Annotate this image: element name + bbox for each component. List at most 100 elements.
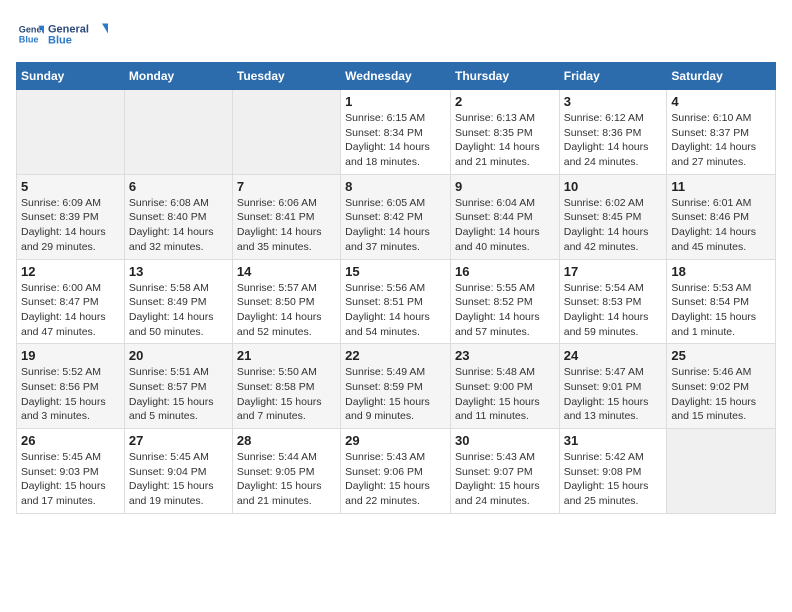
day-info: Sunrise: 5:43 AM Sunset: 9:06 PM Dayligh… <box>345 450 446 509</box>
day-number: 29 <box>345 433 446 448</box>
day-number: 9 <box>455 179 555 194</box>
day-cell <box>232 90 340 175</box>
day-cell: 6 Sunrise: 6:08 AM Sunset: 8:40 PM Daylig… <box>124 174 232 259</box>
day-number: 30 <box>455 433 555 448</box>
day-cell <box>124 90 232 175</box>
day-info: Sunrise: 5:54 AM Sunset: 8:53 PM Dayligh… <box>564 281 663 340</box>
day-number: 2 <box>455 94 555 109</box>
day-info: Sunrise: 5:43 AM Sunset: 9:07 PM Dayligh… <box>455 450 555 509</box>
day-cell: 12 Sunrise: 6:00 AM Sunset: 8:47 PM Dayli… <box>17 259 125 344</box>
day-info: Sunrise: 6:10 AM Sunset: 8:37 PM Dayligh… <box>671 111 771 170</box>
day-number: 19 <box>21 348 120 363</box>
day-cell <box>667 429 776 514</box>
logo-svg: General Blue <box>48 16 108 52</box>
column-header-tuesday: Tuesday <box>232 63 340 90</box>
day-cell: 9Sunrise: 6:04 AM Sunset: 8:44 PM Daylig… <box>450 174 559 259</box>
day-number: 1 <box>345 94 446 109</box>
day-cell: 8 Sunrise: 6:05 AM Sunset: 8:42 PM Daylig… <box>341 174 451 259</box>
column-header-thursday: Thursday <box>450 63 559 90</box>
day-cell: 4 Sunrise: 6:10 AM Sunset: 8:37 PM Daylig… <box>667 90 776 175</box>
day-cell: 11Sunrise: 6:01 AM Sunset: 8:46 PM Dayli… <box>667 174 776 259</box>
day-info: Sunrise: 5:46 AM Sunset: 9:02 PM Dayligh… <box>671 365 771 424</box>
day-number: 17 <box>564 264 663 279</box>
calendar-table: SundayMondayTuesdayWednesdayThursdayFrid… <box>16 62 776 514</box>
day-cell: 7 Sunrise: 6:06 AM Sunset: 8:41 PM Daylig… <box>232 174 340 259</box>
day-info: Sunrise: 5:51 AM Sunset: 8:57 PM Dayligh… <box>129 365 228 424</box>
day-cell: 27 Sunrise: 5:45 AM Sunset: 9:04 PM Dayli… <box>124 429 232 514</box>
day-number: 18 <box>671 264 771 279</box>
day-number: 22 <box>345 348 446 363</box>
day-cell: 10Sunrise: 6:02 AM Sunset: 8:45 PM Dayli… <box>559 174 667 259</box>
day-number: 4 <box>671 94 771 109</box>
day-cell: 20 Sunrise: 5:51 AM Sunset: 8:57 PM Dayli… <box>124 344 232 429</box>
day-number: 8 <box>345 179 446 194</box>
day-cell: 13 Sunrise: 5:58 AM Sunset: 8:49 PM Dayli… <box>124 259 232 344</box>
day-number: 6 <box>129 179 228 194</box>
day-info: Sunrise: 5:45 AM Sunset: 9:04 PM Dayligh… <box>129 450 228 509</box>
column-header-friday: Friday <box>559 63 667 90</box>
week-row-2: 5Sunrise: 6:09 AM Sunset: 8:39 PM Daylig… <box>17 174 776 259</box>
day-cell: 5Sunrise: 6:09 AM Sunset: 8:39 PM Daylig… <box>17 174 125 259</box>
day-cell: 15Sunrise: 5:56 AM Sunset: 8:51 PM Dayli… <box>341 259 451 344</box>
day-cell: 24 Sunrise: 5:47 AM Sunset: 9:01 PM Dayli… <box>559 344 667 429</box>
day-info: Sunrise: 5:48 AM Sunset: 9:00 PM Dayligh… <box>455 365 555 424</box>
day-info: Sunrise: 5:42 AM Sunset: 9:08 PM Dayligh… <box>564 450 663 509</box>
day-number: 12 <box>21 264 120 279</box>
day-cell: 23Sunrise: 5:48 AM Sunset: 9:00 PM Dayli… <box>450 344 559 429</box>
day-info: Sunrise: 5:47 AM Sunset: 9:01 PM Dayligh… <box>564 365 663 424</box>
column-header-wednesday: Wednesday <box>341 63 451 90</box>
day-cell: 18 Sunrise: 5:53 AM Sunset: 8:54 PM Dayli… <box>667 259 776 344</box>
svg-text:General: General <box>48 24 89 36</box>
day-info: Sunrise: 6:05 AM Sunset: 8:42 PM Dayligh… <box>345 196 446 255</box>
day-cell: 28 Sunrise: 5:44 AM Sunset: 9:05 PM Dayli… <box>232 429 340 514</box>
day-info: Sunrise: 6:06 AM Sunset: 8:41 PM Dayligh… <box>237 196 336 255</box>
day-cell: 2Sunrise: 6:13 AM Sunset: 8:35 PM Daylig… <box>450 90 559 175</box>
page-header: General Blue General Blue <box>16 16 776 52</box>
day-cell: 3Sunrise: 6:12 AM Sunset: 8:36 PM Daylig… <box>559 90 667 175</box>
day-cell: 19 Sunrise: 5:52 AM Sunset: 8:56 PM Dayli… <box>17 344 125 429</box>
day-info: Sunrise: 5:53 AM Sunset: 8:54 PM Dayligh… <box>671 281 771 340</box>
day-number: 24 <box>564 348 663 363</box>
day-cell: 26 Sunrise: 5:45 AM Sunset: 9:03 PM Dayli… <box>17 429 125 514</box>
day-info: Sunrise: 5:55 AM Sunset: 8:52 PM Dayligh… <box>455 281 555 340</box>
day-number: 14 <box>237 264 336 279</box>
day-info: Sunrise: 5:50 AM Sunset: 8:58 PM Dayligh… <box>237 365 336 424</box>
week-row-1: 1 Sunrise: 6:15 AM Sunset: 8:34 PM Daylig… <box>17 90 776 175</box>
column-header-sunday: Sunday <box>17 63 125 90</box>
day-info: Sunrise: 6:12 AM Sunset: 8:36 PM Dayligh… <box>564 111 663 170</box>
svg-text:Blue: Blue <box>19 34 39 44</box>
logo: General Blue General Blue <box>16 16 108 52</box>
day-info: Sunrise: 6:15 AM Sunset: 8:34 PM Dayligh… <box>345 111 446 170</box>
day-cell: 17 Sunrise: 5:54 AM Sunset: 8:53 PM Dayli… <box>559 259 667 344</box>
day-number: 27 <box>129 433 228 448</box>
column-header-monday: Monday <box>124 63 232 90</box>
day-cell: 31 Sunrise: 5:42 AM Sunset: 9:08 PM Dayli… <box>559 429 667 514</box>
day-cell: 21Sunrise: 5:50 AM Sunset: 8:58 PM Dayli… <box>232 344 340 429</box>
day-info: Sunrise: 6:08 AM Sunset: 8:40 PM Dayligh… <box>129 196 228 255</box>
column-header-saturday: Saturday <box>667 63 776 90</box>
day-cell: 25 Sunrise: 5:46 AM Sunset: 9:02 PM Dayli… <box>667 344 776 429</box>
day-info: Sunrise: 5:56 AM Sunset: 8:51 PM Dayligh… <box>345 281 446 340</box>
day-number: 20 <box>129 348 228 363</box>
day-cell: 16Sunrise: 5:55 AM Sunset: 8:52 PM Dayli… <box>450 259 559 344</box>
day-info: Sunrise: 5:44 AM Sunset: 9:05 PM Dayligh… <box>237 450 336 509</box>
week-row-5: 26 Sunrise: 5:45 AM Sunset: 9:03 PM Dayli… <box>17 429 776 514</box>
day-number: 25 <box>671 348 771 363</box>
day-info: Sunrise: 5:45 AM Sunset: 9:03 PM Dayligh… <box>21 450 120 509</box>
day-number: 31 <box>564 433 663 448</box>
day-cell: 14 Sunrise: 5:57 AM Sunset: 8:50 PM Dayli… <box>232 259 340 344</box>
day-info: Sunrise: 5:57 AM Sunset: 8:50 PM Dayligh… <box>237 281 336 340</box>
day-number: 13 <box>129 264 228 279</box>
day-info: Sunrise: 6:00 AM Sunset: 8:47 PM Dayligh… <box>21 281 120 340</box>
day-number: 7 <box>237 179 336 194</box>
day-info: Sunrise: 5:52 AM Sunset: 8:56 PM Dayligh… <box>21 365 120 424</box>
day-number: 26 <box>21 433 120 448</box>
day-cell: 22 Sunrise: 5:49 AM Sunset: 8:59 PM Dayli… <box>341 344 451 429</box>
day-cell: 29 Sunrise: 5:43 AM Sunset: 9:06 PM Dayli… <box>341 429 451 514</box>
header-row: SundayMondayTuesdayWednesdayThursdayFrid… <box>17 63 776 90</box>
day-info: Sunrise: 6:02 AM Sunset: 8:45 PM Dayligh… <box>564 196 663 255</box>
day-number: 28 <box>237 433 336 448</box>
day-info: Sunrise: 5:49 AM Sunset: 8:59 PM Dayligh… <box>345 365 446 424</box>
day-info: Sunrise: 5:58 AM Sunset: 8:49 PM Dayligh… <box>129 281 228 340</box>
day-cell: 1 Sunrise: 6:15 AM Sunset: 8:34 PM Daylig… <box>341 90 451 175</box>
